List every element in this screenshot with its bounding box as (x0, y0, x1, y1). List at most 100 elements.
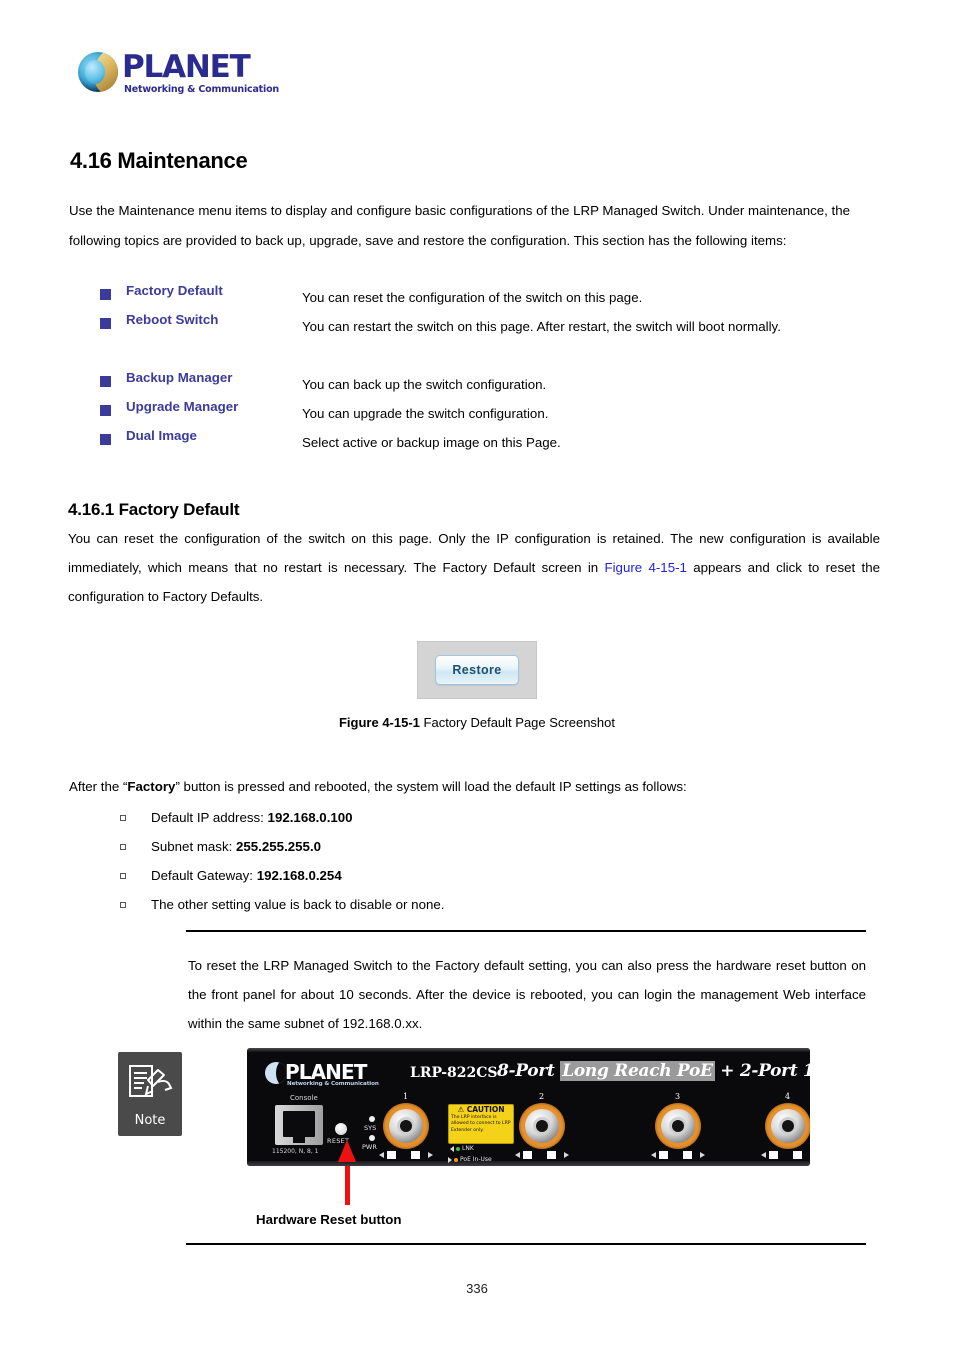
poe-led-legend: PoE In-Use (448, 1156, 492, 1163)
pwr-led-indicator (369, 1135, 375, 1141)
port-number-3: 3 (675, 1092, 681, 1101)
device-brand-tagline: Networking & Communication (287, 1081, 379, 1087)
brand-name: PLANET (122, 49, 251, 85)
ip-setting-row: The other setting value is back to disab… (151, 890, 444, 919)
right-arrow-icon (448, 1156, 452, 1163)
feature-name[interactable]: Reboot Switch (126, 312, 218, 327)
left-arrow-icon (761, 1152, 766, 1158)
factory-default-screenshot: Restore (417, 641, 537, 699)
desc-highlight: Long Reach PoE (560, 1061, 715, 1081)
caution-body-text: The LRP interface is allowed to connect … (451, 1115, 511, 1133)
ip-setting-value: 192.168.0.254 (256, 868, 342, 883)
right-arrow-icon (564, 1152, 569, 1158)
device-description: 8-Port Long Reach PoE + 2-Port 10/100/10… (497, 1061, 810, 1081)
feature-name[interactable]: Backup Manager (126, 370, 232, 385)
note-hand-writing-icon (118, 1056, 182, 1106)
feature-name[interactable]: Upgrade Manager (126, 399, 238, 414)
desc-pre: 8-Port (497, 1061, 561, 1081)
figure-caption: Figure 4-15-1 Factory Default Page Scree… (0, 715, 954, 730)
left-arrow-icon (515, 1152, 520, 1158)
device-model-number: LRP-822CS (410, 1065, 498, 1081)
panel-bottom-edge (247, 1161, 810, 1166)
list-item: Factory Default You can reset the config… (100, 283, 880, 312)
orange-led-dot-icon (454, 1157, 458, 1162)
led-square (683, 1151, 692, 1159)
lrp-coax-port-1[interactable] (383, 1103, 429, 1149)
green-led-dot-icon (456, 1146, 460, 1151)
caution-label: ⚠ CAUTION The LRP interface is allowed t… (448, 1104, 514, 1144)
led-square (659, 1151, 668, 1159)
ip-setting-row: Default Gateway: 192.168.0.254 (151, 861, 342, 890)
hardware-reset-button[interactable] (335, 1123, 347, 1135)
default-ip-settings-list: Default IP address: 192.168.0.100 Subnet… (120, 803, 860, 919)
lrp-coax-port-2[interactable] (519, 1103, 565, 1149)
link-led-legend: LNK (450, 1145, 474, 1152)
page-title: 4.16 Maintenance (70, 148, 248, 173)
intro-paragraph: Use the Maintenance menu items to displa… (69, 203, 851, 248)
feature-description: You can reset the configuration of the s… (302, 290, 643, 305)
feature-name[interactable]: Dual Image (126, 428, 197, 443)
left-arrow-icon (450, 1145, 454, 1152)
square-bullet-icon (100, 405, 111, 416)
led-square (547, 1151, 556, 1159)
device-planet-globe-icon (265, 1062, 287, 1084)
maintenance-feature-list: Factory Default You can reset the config… (100, 283, 880, 457)
port-2-led-group (515, 1151, 569, 1160)
left-arrow-icon (379, 1152, 384, 1158)
list-item: Default IP address: 192.168.0.100 (120, 803, 860, 832)
console-serial-spec: 115200, N, 8, 1 (272, 1148, 319, 1155)
console-port-label: Console (290, 1094, 318, 1102)
hollow-square-bullet-icon (120, 873, 126, 879)
hollow-square-bullet-icon (120, 902, 126, 908)
port-1-led-group (379, 1151, 433, 1160)
ip-setting-label: Default Gateway: (151, 868, 257, 883)
desc-post: + 2-Port 10/100/1000T + 2- (720, 1061, 810, 1081)
lrp-coax-port-4[interactable] (765, 1103, 810, 1149)
port-4-led-group (761, 1151, 810, 1160)
hollow-square-bullet-icon (120, 815, 126, 821)
ip-setting-label: The other setting value is back to disab… (151, 897, 445, 912)
planet-logo: PLANET Networking & Communication (78, 48, 279, 102)
square-bullet-icon (100, 289, 111, 300)
right-arrow-icon (700, 1152, 705, 1158)
port-number-4: 4 (785, 1092, 791, 1101)
led-square (769, 1151, 778, 1159)
callout-leader-line (345, 1166, 350, 1205)
led-square (793, 1151, 802, 1159)
device-front-panel-photo: PLANET Networking & Communication LRP-82… (247, 1048, 810, 1166)
note-badge: Note (118, 1052, 182, 1136)
callout-arrow-icon (338, 1140, 356, 1162)
hollow-square-bullet-icon (120, 844, 126, 850)
caution-title: ⚠ CAUTION (457, 1105, 505, 1114)
sys-led-label: SYS (364, 1124, 377, 1132)
list-item: The other setting value is back to disab… (120, 890, 860, 919)
note-bottom-divider (186, 1243, 866, 1245)
restore-button[interactable]: Restore (435, 655, 519, 685)
list-item: Upgrade Manager You can upgrade the swit… (100, 399, 880, 428)
ip-setting-value: 255.255.255.0 (236, 839, 322, 854)
pwr-led-label: PWR (362, 1143, 377, 1151)
page-number: 336 (466, 1281, 488, 1296)
ip-setting-row: Default IP address: 192.168.0.100 (151, 803, 353, 832)
subsection-paragraph: You can reset the configuration of the s… (68, 524, 880, 611)
feature-description: You can restart the switch on this page.… (302, 319, 781, 334)
ip-setting-value: 192.168.0.100 (267, 810, 353, 825)
panel-top-edge (247, 1048, 810, 1052)
figure-caption-number: Figure 4-15-1 (338, 715, 420, 730)
subsection-title: 4.16.1 Factory Default (68, 500, 240, 519)
list-item: Dual Image Select active or backup image… (100, 428, 880, 457)
list-item: Backup Manager You can back up the switc… (100, 370, 880, 399)
port-number-1: 1 (403, 1092, 409, 1101)
lrp-coax-port-3[interactable] (655, 1103, 701, 1149)
figure-cross-reference-link[interactable]: Figure 4-15-1 (604, 560, 686, 575)
right-arrow-icon (428, 1152, 433, 1158)
after-text-part1: After the “ (69, 779, 128, 794)
after-figure-paragraph: After the “Factory” button is pressed an… (69, 774, 869, 800)
caution-title-text: CAUTION (466, 1105, 505, 1114)
callout-label: Hardware Reset button (256, 1212, 402, 1227)
note-top-divider (186, 930, 866, 932)
feature-name[interactable]: Factory Default (126, 283, 223, 298)
square-bullet-icon (100, 318, 111, 329)
document-page: PLANET Networking & Communication 4.16 M… (0, 0, 954, 1350)
planet-globe-icon (78, 52, 118, 92)
